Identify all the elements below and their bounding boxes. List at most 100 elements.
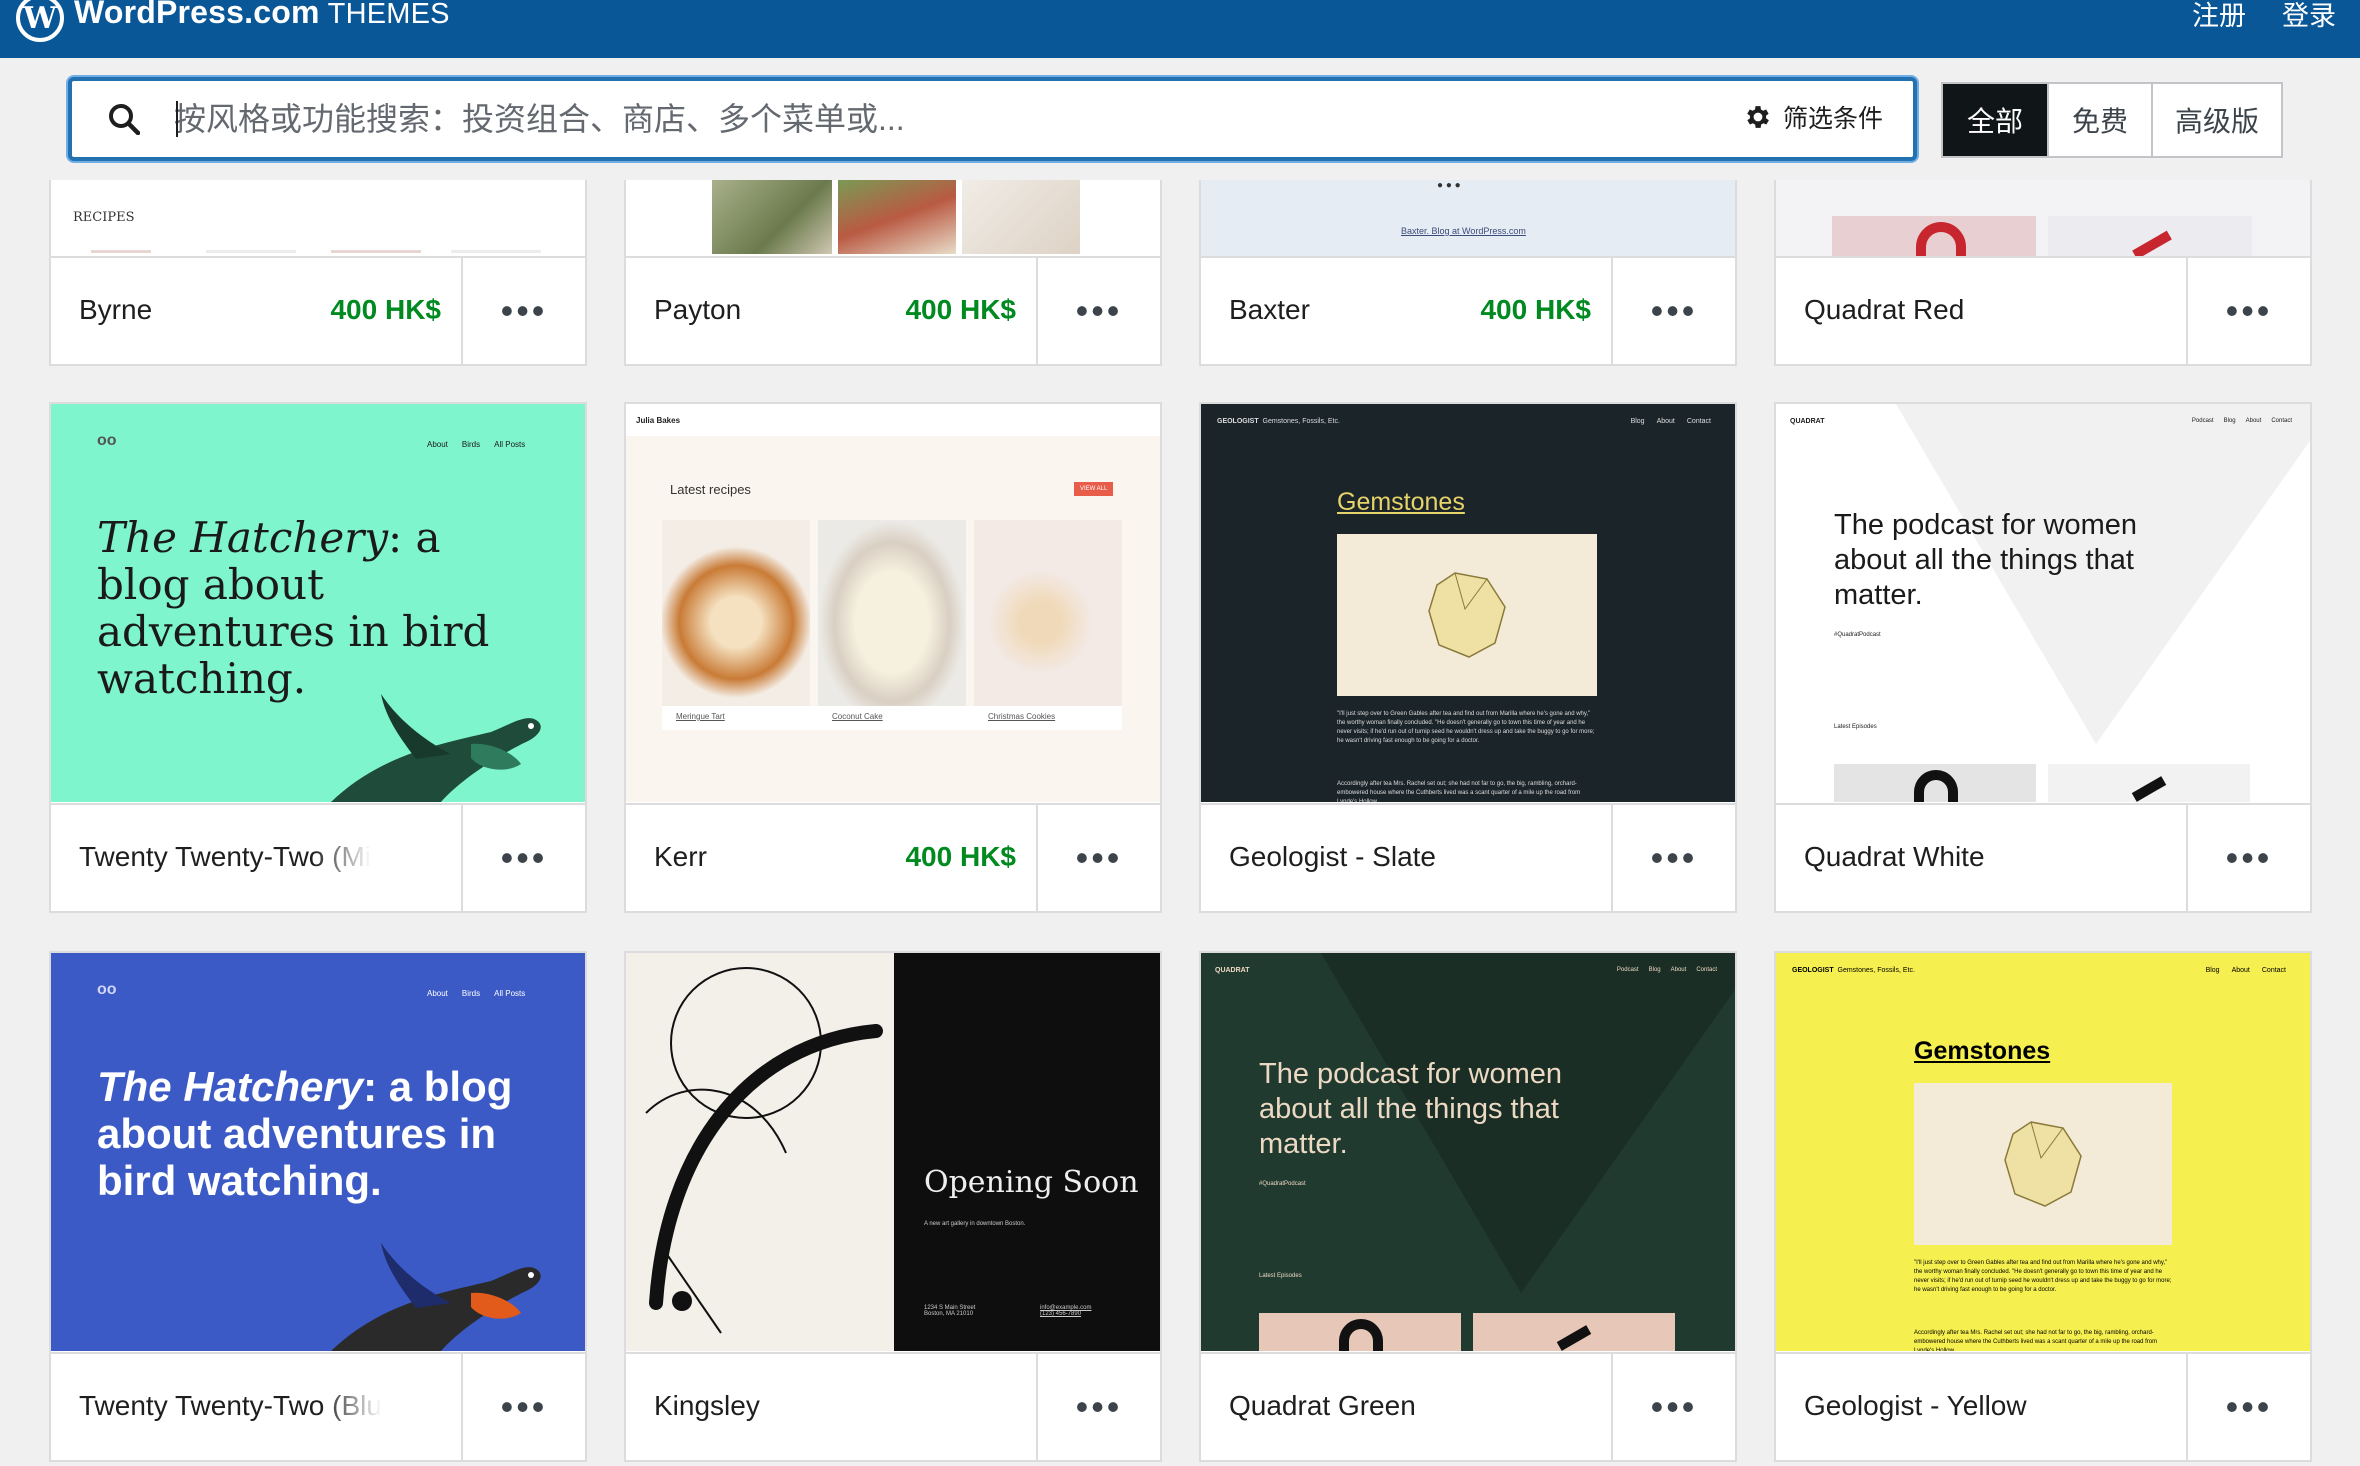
theme-card[interactable]: QUADRAT Podcast Blog About Contact The podc… [1774,402,2312,913]
more-options-button[interactable]: ••• [461,805,585,911]
bird-illustration [331,694,541,802]
gemstone-illustration [1428,572,1506,658]
theme-card[interactable]: oo About Birds All Posts The Hatchery: a b… [49,402,587,913]
gemstone-illustration [2004,1121,2082,1207]
filter-button[interactable]: 筛选条件 [1743,99,1883,135]
theme-card-footer: Quadrat White ••• [1776,803,2310,911]
preview-body: Accordingly after tea Mrs. Rachel set ou… [1914,1330,2158,1351]
theme-name[interactable]: Baxter [1229,294,1310,326]
theme-name[interactable]: Geologist - Slate [1229,841,1436,873]
theme-name[interactable]: Quadrat Red [1804,294,1964,326]
theme-thumbnail[interactable]: Opening Soon A new art gallery in downto… [626,953,1160,1351]
preview-heading: Gemstones [1337,488,1465,516]
theme-card-footer: Twenty Twenty-Two (Mi ••• [51,803,585,911]
theme-name[interactable]: Byrne [79,294,152,326]
theme-name[interactable]: Kerr [654,841,707,873]
theme-name[interactable]: Twenty Twenty-Two (Blu [79,1390,382,1422]
theme-card-footer: Kerr 400 HK$ ••• [626,803,1160,911]
signup-link[interactable]: 注册 [2192,0,2246,33]
theme-name[interactable]: Twenty Twenty-Two (Mi [79,841,371,873]
search-row: 筛选条件 全部 免费 高级版 [0,58,2360,180]
preview-site: GEOLOGIST [1217,418,1259,425]
theme-name[interactable]: Quadrat Green [1229,1390,1416,1422]
preview-nav: Podcast [1616,967,1639,973]
section-name: THEMES [327,0,450,30]
preview-nav: Blog [1648,967,1661,973]
preview-title: The podcast for women about all the thin… [1834,509,2138,611]
theme-price: 400 HK$ [905,841,1016,872]
preview-nav: All Posts [494,989,526,998]
more-options-button[interactable]: ••• [1036,1354,1160,1460]
theme-card-footer: Geologist - Slate ••• [1201,803,1735,911]
preview-episodes: Latest Episodes [1259,1273,1302,1279]
more-options-button[interactable]: ••• [2186,258,2310,364]
theme-card[interactable]: GEOLOGIST Gemstones, Fossils, Etc. Blog A… [1774,951,2312,1462]
preview-nav: Contact [2271,418,2292,424]
search-box[interactable]: 筛选条件 [68,77,1917,161]
more-options-button[interactable]: ••• [461,1354,585,1460]
preview-tag: #QuadratPodcast [1834,632,1881,638]
theme-card[interactable]: Julia Bakes Latest recipes VIEW ALL Meri… [624,402,1162,913]
theme-thumbnail[interactable] [626,180,1160,258]
theme-thumbnail[interactable]: Julia Bakes Latest recipes VIEW ALL Meri… [626,404,1160,802]
more-options-button[interactable]: ••• [1036,805,1160,911]
preview-title: Opening Soon [924,1165,1139,1200]
preview-nav: All Posts [494,440,526,449]
more-options-button[interactable]: ••• [1611,805,1735,911]
preview-label: RECIPES [73,210,135,225]
theme-thumbnail[interactable]: ● ● ● Baxter. Blog at WordPress.com [1201,180,1735,258]
theme-card[interactable]: oo About Birds All Posts The Hatchery: a b… [49,951,587,1462]
theme-thumbnail[interactable] [1776,180,2310,258]
theme-card-footer: Payton 400 HK$ ••• [626,256,1160,364]
theme-name[interactable]: Payton [654,294,741,326]
theme-card-footer: Quadrat Green ••• [1201,1352,1735,1460]
theme-card[interactable]: GEOLOGIST Gemstones, Fossils, Etc. Blog A… [1199,402,1737,913]
theme-card-footer: Baxter 400 HK$ ••• [1201,256,1735,364]
more-options-button[interactable]: ••• [461,258,585,364]
theme-thumbnail[interactable]: RECIPES [51,180,585,258]
text-caret [176,101,178,137]
preview-title: The Hatchery: a blog about adventures in… [97,1063,513,1204]
login-link[interactable]: 登录 [2282,0,2336,33]
preview-nav: Blog [1630,418,1645,425]
theme-card-footer: Twenty Twenty-Two (Blu ••• [51,1352,585,1460]
preview-nav: Birds [461,989,481,998]
wordpress-logo-icon[interactable]: W [16,0,64,42]
preview-site: QUADRAT [1790,418,1825,425]
theme-thumbnail[interactable]: oo About Birds All Posts The Hatchery: a b… [51,404,585,802]
theme-card-footer: Quadrat Red ••• [1776,256,2310,364]
tier-all[interactable]: 全部 [1943,84,2047,156]
gear-icon [1747,106,1769,128]
bird-illustration [331,1243,541,1351]
theme-thumbnail[interactable]: GEOLOGIST Gemstones, Fossils, Etc. Blog A… [1201,404,1735,802]
preview-site: GEOLOGIST [1792,967,1834,974]
preview-body: "I'll just step over to Green Gables aft… [1337,711,1595,744]
preview-episodes: Latest Episodes [1834,724,1877,730]
tier-free[interactable]: 免费 [2047,84,2151,156]
search-icon [109,104,140,135]
more-options-button[interactable]: ••• [1611,258,1735,364]
brand[interactable]: WordPress.com THEMES [74,0,450,31]
theme-thumbnail[interactable]: QUADRAT Podcast Blog About Contact The podc… [1776,404,2310,802]
more-options-button[interactable]: ••• [1611,1354,1735,1460]
theme-card-footer: Byrne 400 HK$ ••• [51,256,585,364]
theme-card[interactable]: Opening Soon A new art gallery in downto… [624,951,1162,1462]
tier-premium[interactable]: 高级版 [2151,84,2281,156]
more-options-button[interactable]: ••• [1036,258,1160,364]
theme-name[interactable]: Kingsley [654,1390,760,1422]
search-input[interactable] [174,93,1674,145]
preview-item: Meringue Tart [676,712,725,721]
theme-name[interactable]: Geologist - Yellow [1804,1390,2027,1422]
preview-nav: About [1656,418,1675,425]
theme-card[interactable]: QUADRAT Podcast Blog About Contact The podc… [1199,951,1737,1462]
preview-tagline: Gemstones, Fossils, Etc. [1837,967,1915,974]
theme-thumbnail[interactable]: oo About Birds All Posts The Hatchery: a b… [51,953,585,1351]
preview-tag: #QuadratPodcast [1259,1181,1306,1187]
more-options-button[interactable]: ••• [2186,1354,2310,1460]
more-options-button[interactable]: ••• [2186,805,2310,911]
theme-thumbnail[interactable]: QUADRAT Podcast Blog About Contact The podc… [1201,953,1735,1351]
preview-tagline: Gemstones, Fossils, Etc. [1262,418,1340,425]
theme-name[interactable]: Quadrat White [1804,841,1985,873]
theme-thumbnail[interactable]: GEOLOGIST Gemstones, Fossils, Etc. Blog A… [1776,953,2310,1351]
brand-name: WordPress.com [74,0,320,30]
